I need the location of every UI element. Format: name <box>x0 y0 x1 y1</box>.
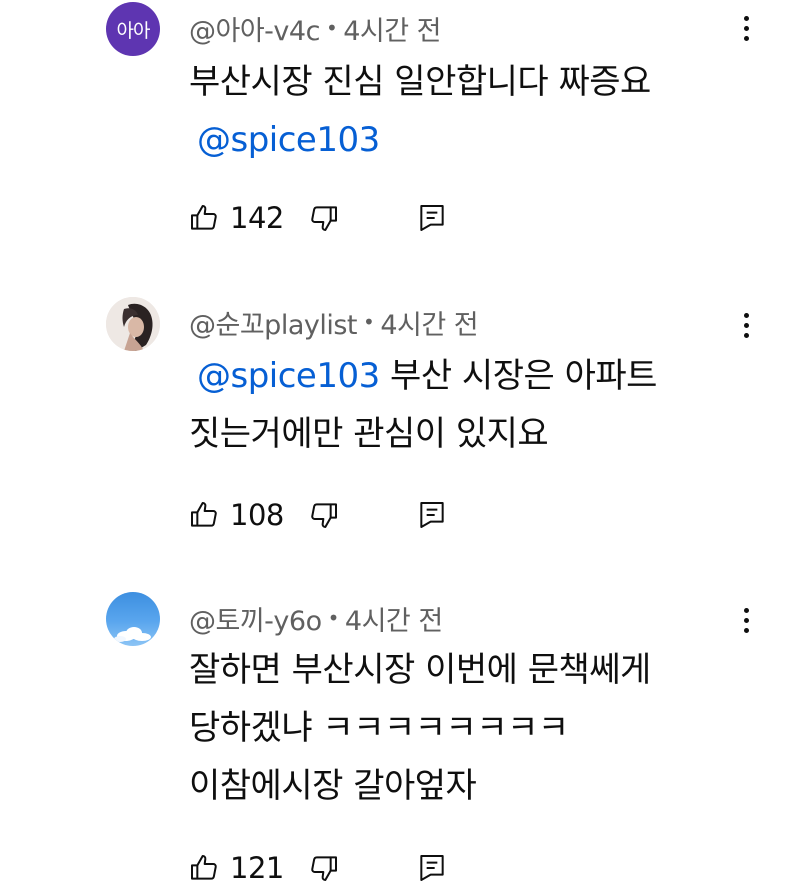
avatar-initials: 아아 <box>116 19 151 42</box>
mention-link[interactable]: @spice103 <box>197 120 380 160</box>
more-vert-icon <box>743 15 749 21</box>
comment-line: 당하겠냐 ㅋㅋㅋㅋㅋㅋㅋㅋ <box>189 708 569 748</box>
author-name[interactable]: @토끼-y6o <box>189 599 322 638</box>
avatar-image <box>114 627 151 642</box>
comment-time[interactable]: 4시간 전 <box>380 303 478 342</box>
thumbs-up-icon[interactable] <box>188 202 220 234</box>
mention-link[interactable]: @spice103 <box>197 356 380 396</box>
separator-dot: • <box>325 16 338 40</box>
comment-header: @순꼬playlist • 4시간 전 <box>189 302 479 342</box>
comment-line: 잘하면 부산시장 이번에 문책쎄게 <box>189 650 651 690</box>
more-actions-button[interactable] <box>736 8 756 48</box>
comment-actions: 121 <box>188 848 448 888</box>
thumbs-down-icon[interactable] <box>308 202 340 234</box>
more-vert-icon <box>743 607 749 613</box>
comment-time[interactable]: 4시간 전 <box>343 9 441 48</box>
comment-actions: 108 <box>188 495 448 535</box>
reply-icon[interactable] <box>416 202 448 234</box>
like-count: 108 <box>230 498 284 532</box>
comment-line: 부산시장 진심 일안합니다 짜증요 <box>189 62 651 102</box>
comment-line: 이참에시장 갈아엎자 <box>189 766 477 806</box>
like-count: 121 <box>230 851 284 885</box>
more-actions-button[interactable] <box>736 600 756 640</box>
more-vert-icon <box>743 312 749 318</box>
comment-line: @spice103 <box>189 111 749 169</box>
avatar[interactable]: 아아 <box>106 2 160 56</box>
avatar[interactable] <box>106 297 160 351</box>
comment-text: @spice103 부산 시장은 아파트 짓는거에만 관심이 있지요 <box>189 347 749 463</box>
separator-dot: • <box>327 606 340 630</box>
reply-icon[interactable] <box>416 499 448 531</box>
comment-time[interactable]: 4시간 전 <box>345 599 443 638</box>
more-actions-button[interactable] <box>736 305 756 345</box>
comment-header: @아아-v4c • 4시간 전 <box>189 8 442 48</box>
comment-line: @spice103 부산 시장은 아파트 <box>197 356 657 396</box>
thumbs-up-icon[interactable] <box>188 499 220 531</box>
thumbs-down-icon[interactable] <box>308 499 340 531</box>
reply-icon[interactable] <box>416 852 448 884</box>
comment-line: 짓는거에만 관심이 있지요 <box>189 414 549 454</box>
like-count: 142 <box>230 201 284 235</box>
comment-text: 잘하면 부산시장 이번에 문책쎄게 당하겠냐 ㅋㅋㅋㅋㅋㅋㅋㅋ 이참에시장 갈아… <box>189 641 749 815</box>
comment-header: @토끼-y6o • 4시간 전 <box>189 598 443 638</box>
comment-text: 부산시장 진심 일안합니다 짜증요 @spice103 <box>189 53 749 169</box>
comment-actions: 142 <box>188 198 448 238</box>
author-name[interactable]: @아아-v4c <box>189 9 320 48</box>
thumbs-up-icon[interactable] <box>188 852 220 884</box>
avatar[interactable] <box>106 592 160 646</box>
thumbs-down-icon[interactable] <box>308 852 340 884</box>
avatar-image <box>106 297 160 351</box>
separator-dot: • <box>363 310 375 334</box>
author-name[interactable]: @순꼬playlist <box>189 303 358 342</box>
